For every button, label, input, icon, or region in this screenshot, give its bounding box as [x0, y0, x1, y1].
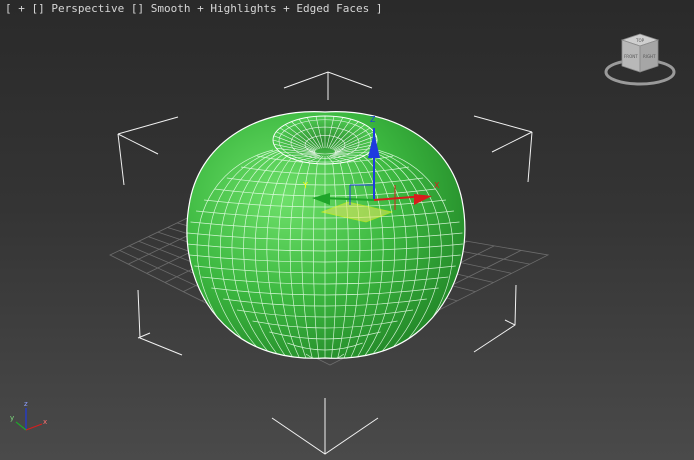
apple-mesh[interactable]	[186, 111, 466, 361]
tripod-z-label: z	[24, 400, 28, 408]
world-axis-tripod: z x y	[10, 400, 47, 431]
perspective-viewport[interactable]: Z X Y	[0, 0, 694, 460]
tripod-y-label: y	[10, 414, 14, 422]
viewcube-right-label: RIGHT	[643, 54, 656, 59]
viewcube[interactable]: TOP FRONT RIGHT	[600, 28, 680, 92]
gizmo-y-label: Y	[302, 181, 308, 190]
tripod-x-label: x	[43, 418, 47, 426]
viewcube-top-label: TOP	[635, 38, 645, 43]
gizmo-x-label: X	[434, 181, 440, 190]
viewcube-front-label: FRONT	[624, 54, 638, 59]
gizmo-z-label: Z	[370, 115, 376, 124]
